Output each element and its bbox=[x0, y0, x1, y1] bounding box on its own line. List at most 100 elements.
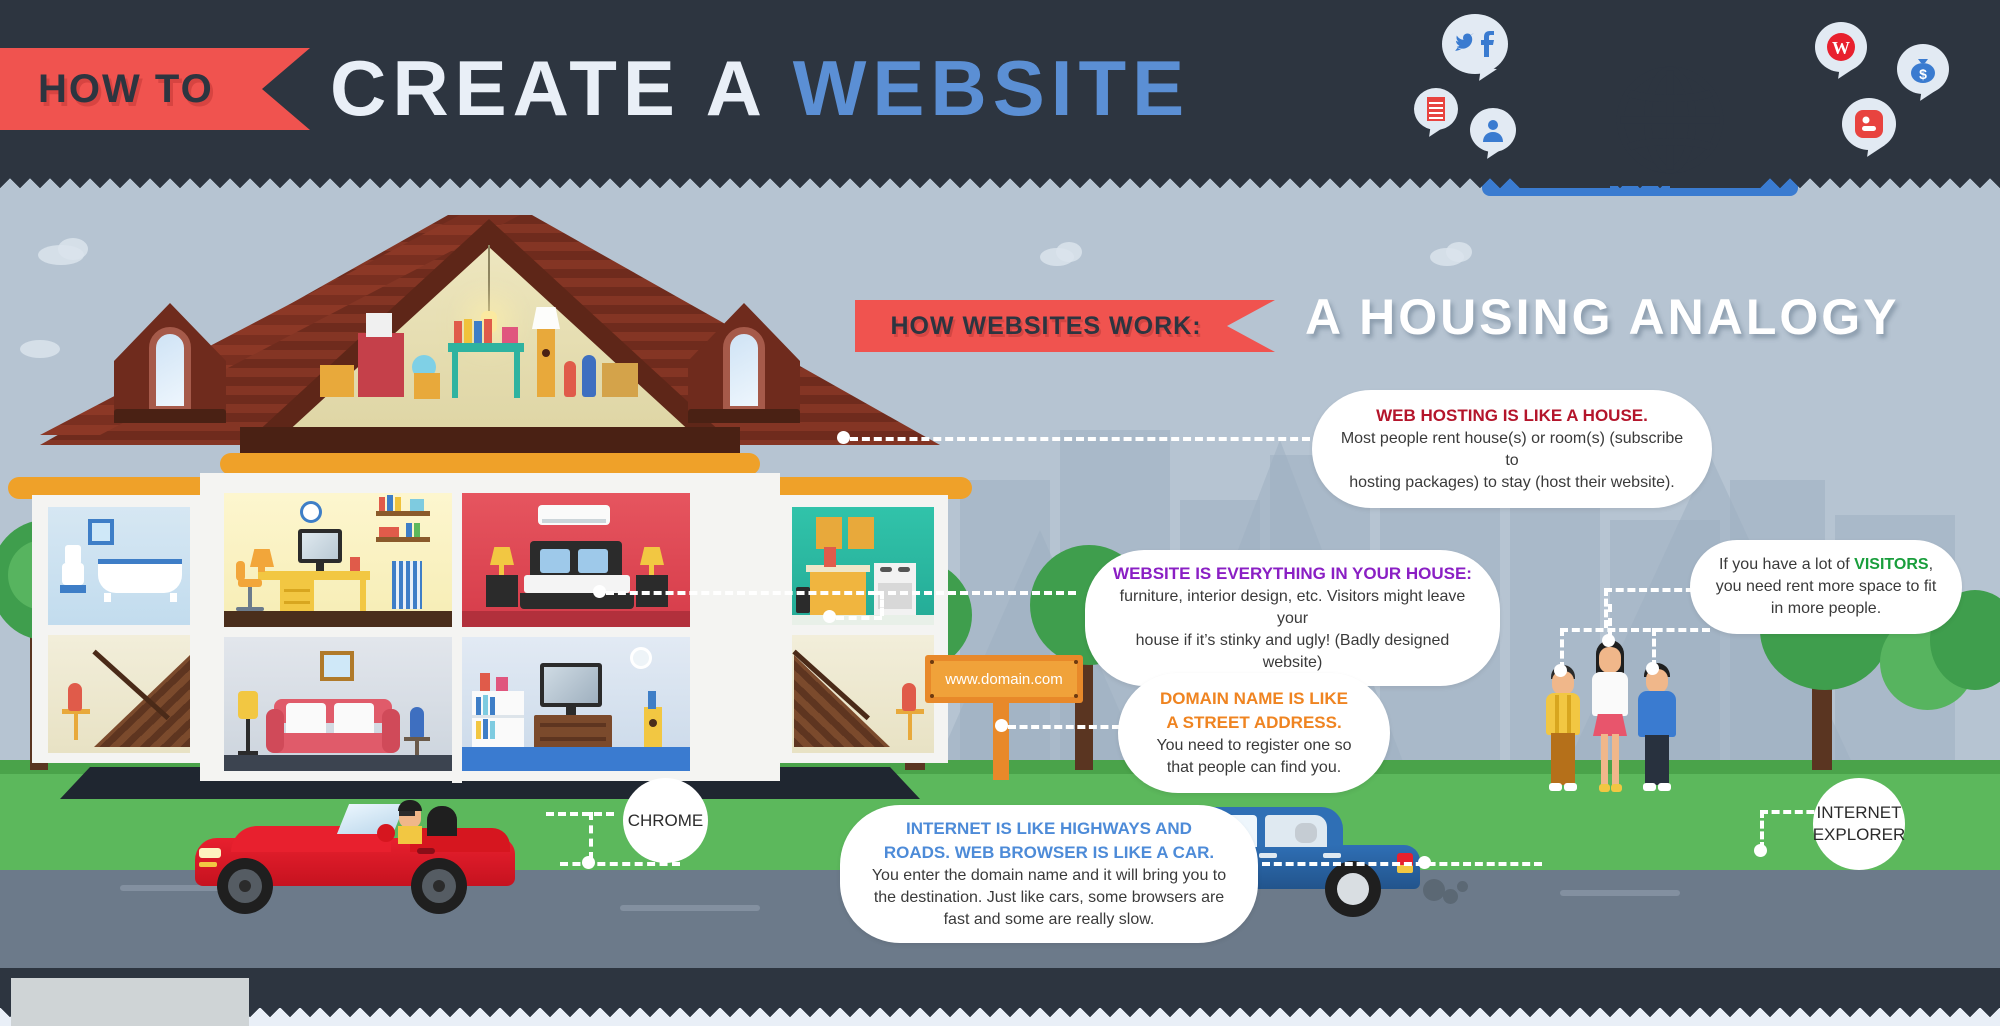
wall-divider-vertical bbox=[452, 493, 462, 783]
connector-line-stairs bbox=[836, 616, 882, 620]
bathtub-leg bbox=[170, 593, 177, 602]
nightstand bbox=[486, 575, 518, 607]
person-shoe bbox=[1564, 783, 1577, 791]
badge-internet-explorer: INTERNET EXPLORER bbox=[1813, 778, 1905, 870]
book bbox=[483, 719, 488, 739]
car-windshield bbox=[336, 804, 406, 834]
callout-web-hosting: WEB HOSTING IS LIKE A HOUSE. Most people… bbox=[1312, 390, 1712, 508]
attic-box bbox=[602, 363, 638, 397]
connector-line-internet bbox=[1262, 862, 1542, 866]
callout-visitors-pre: If you have a lot of bbox=[1718, 556, 1855, 573]
domain-sign-post bbox=[993, 700, 1009, 780]
side-table-leg bbox=[908, 714, 912, 740]
attic-box bbox=[414, 373, 440, 399]
bathtub-leg bbox=[104, 593, 111, 602]
sofa-cushion bbox=[334, 703, 374, 737]
road-marking bbox=[1560, 890, 1680, 896]
connector-dot bbox=[995, 719, 1008, 732]
person-shoe bbox=[1658, 783, 1671, 791]
car-wheel-hub bbox=[433, 880, 445, 892]
bedside-lamp-post bbox=[649, 565, 654, 575]
callout-internet-body-line3: fast and some are really slow. bbox=[943, 911, 1155, 928]
person-strap bbox=[1555, 695, 1559, 733]
ac-vent bbox=[542, 519, 606, 523]
dormer-left bbox=[114, 303, 226, 423]
person-head bbox=[1599, 647, 1621, 673]
book bbox=[476, 721, 481, 739]
wordpress-icon: W bbox=[1827, 33, 1855, 61]
wall-divider-horizontal bbox=[200, 627, 780, 637]
connector-line-hosting bbox=[850, 437, 1310, 441]
room-bathroom bbox=[48, 507, 190, 625]
attic-table-leg bbox=[514, 352, 520, 398]
bookcase-shelf bbox=[472, 715, 524, 718]
callout-domain-body-line1: You need to register one so bbox=[1156, 737, 1352, 754]
dormer-base bbox=[114, 409, 226, 423]
blogger-bubble[interactable] bbox=[1842, 98, 1896, 150]
page-title: CREATE A WEBSITE bbox=[330, 38, 1190, 138]
person-leg bbox=[1612, 734, 1619, 786]
globe-icon bbox=[1616, 66, 1724, 174]
book bbox=[379, 527, 399, 537]
dormer-window-left bbox=[149, 327, 191, 413]
attic-vase bbox=[582, 355, 596, 397]
bedroom-floor bbox=[462, 611, 690, 627]
twitter-icon bbox=[1455, 31, 1494, 57]
visitor-person-left bbox=[1543, 665, 1583, 795]
stove-burner bbox=[898, 567, 910, 572]
attic-book bbox=[474, 321, 482, 343]
bedside-lamp-shade bbox=[490, 547, 514, 565]
section-banner-label: HOW WEBSITES WORK: bbox=[890, 311, 1202, 340]
toilet bbox=[62, 563, 84, 585]
section-subtitle: A HOUSING ANALOGY bbox=[1305, 289, 1900, 345]
desk-drawer-line bbox=[284, 589, 310, 592]
badge-ie-label-line2: EXPLORER bbox=[1812, 825, 1906, 844]
article-bubble[interactable] bbox=[1414, 88, 1458, 130]
person-skirt bbox=[1593, 714, 1627, 736]
bathtub bbox=[98, 559, 182, 593]
attic-vase bbox=[564, 361, 576, 397]
callout-domain-headline-line1: DOMAIN NAME IS LIKE bbox=[1160, 689, 1348, 708]
plant-stand-leg bbox=[415, 741, 419, 755]
person-shoe bbox=[1599, 784, 1610, 792]
twitter-facebook-bubble[interactable] bbox=[1442, 14, 1508, 74]
book bbox=[379, 497, 385, 511]
cloud bbox=[1446, 242, 1472, 262]
stove-burner bbox=[880, 567, 892, 572]
person-shoe bbox=[1643, 783, 1656, 791]
attic-book bbox=[454, 321, 462, 343]
book bbox=[410, 499, 424, 511]
badge-chrome-label: CHROME bbox=[627, 810, 704, 830]
tv-cabinet-drawer bbox=[540, 723, 606, 727]
headrest bbox=[1295, 823, 1317, 843]
callout-visitors-post: , bbox=[1928, 556, 1934, 573]
side-table-leg bbox=[74, 714, 78, 740]
car-seat bbox=[427, 806, 457, 836]
tv-cabinet-drawer bbox=[540, 737, 606, 741]
callout-visitors-line2: you need rent more space to fit bbox=[1715, 578, 1937, 595]
connector-line-website-c bbox=[876, 591, 1076, 595]
office-chair-post bbox=[248, 587, 252, 607]
wordpress-bubble[interactable]: W bbox=[1815, 22, 1867, 72]
user-bubble[interactable] bbox=[1470, 108, 1516, 152]
bedside-lamp-shade bbox=[640, 547, 664, 565]
eave-center bbox=[220, 453, 760, 475]
tv-stand-neck bbox=[566, 707, 576, 715]
kitchen-cabinet-upper bbox=[816, 517, 842, 549]
attic-box bbox=[366, 313, 392, 337]
desk-top bbox=[258, 571, 370, 580]
door-handle bbox=[1259, 853, 1277, 858]
book bbox=[414, 523, 420, 537]
visitors-highlight: VISITORS bbox=[1854, 556, 1929, 573]
stairs bbox=[794, 655, 890, 747]
visitor-person-right bbox=[1636, 663, 1678, 797]
callout-hosting-headline: WEB HOSTING IS LIKE A HOUSE. bbox=[1376, 406, 1648, 425]
connector-line-visitor-b bbox=[1560, 628, 1710, 632]
bedside-lamp-post bbox=[499, 565, 504, 575]
sofa-arm bbox=[266, 709, 284, 753]
bookshelf bbox=[376, 511, 430, 516]
monitor-stand bbox=[316, 563, 324, 571]
living-floor bbox=[224, 755, 452, 771]
svg-text:W: W bbox=[1832, 38, 1850, 58]
money-bag-bubble[interactable]: $ bbox=[1897, 44, 1949, 94]
